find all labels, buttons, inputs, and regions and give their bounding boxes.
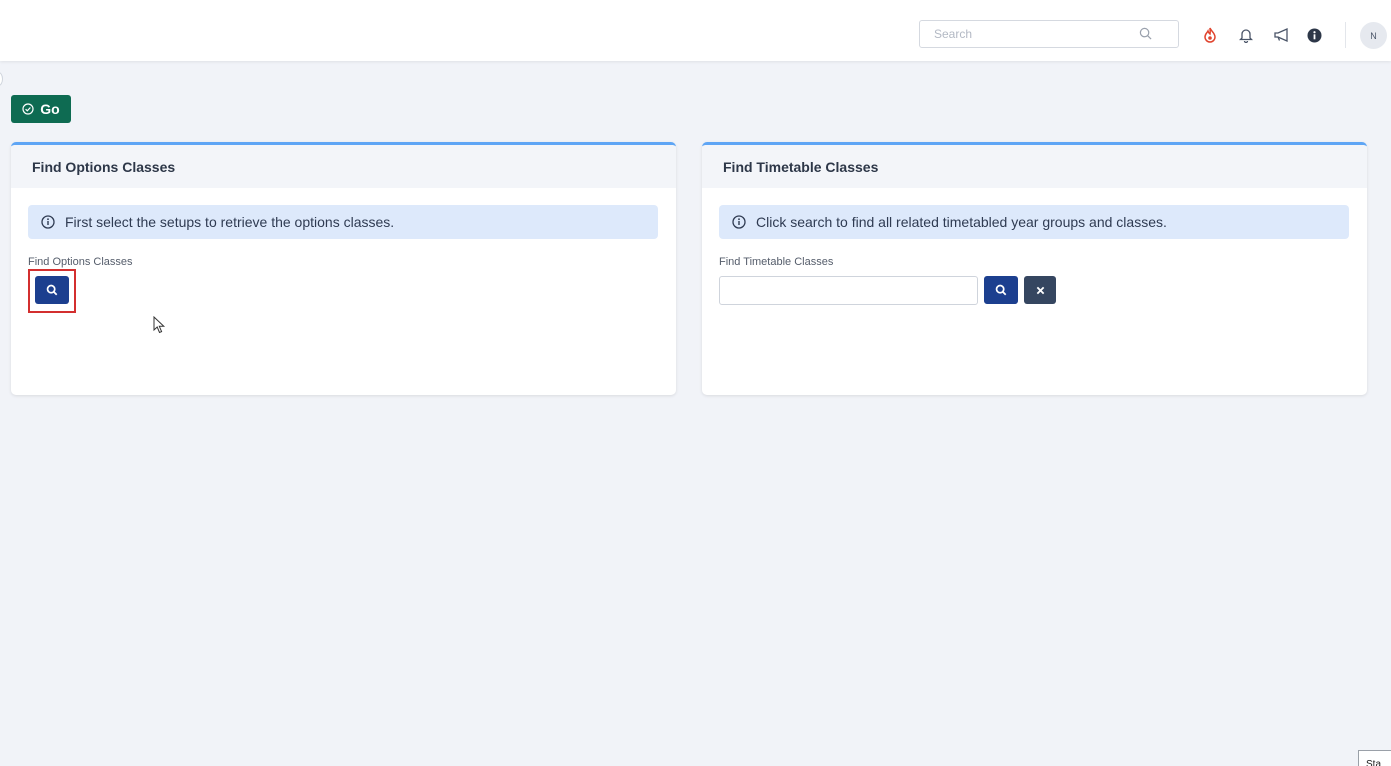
corner-tag[interactable]: Sta — [1358, 750, 1391, 766]
info-message: First select the setups to retrieve the … — [28, 205, 658, 239]
avatar[interactable]: N — [1360, 22, 1387, 49]
find-options-search-button[interactable] — [35, 276, 69, 304]
field-label: Find Options Classes — [28, 256, 133, 268]
field-label: Find Timetable Classes — [719, 256, 834, 268]
flame-icon[interactable] — [1201, 26, 1219, 44]
timetable-classes-input[interactable] — [719, 276, 978, 305]
info-circle-icon — [41, 215, 55, 229]
top-bar: N — [0, 0, 1391, 61]
global-search[interactable] — [919, 20, 1179, 48]
info-circle-icon — [732, 215, 746, 229]
search-icon[interactable] — [1139, 27, 1152, 45]
mouse-cursor-icon — [153, 316, 166, 334]
bell-icon[interactable] — [1237, 26, 1255, 44]
check-circle-icon — [22, 103, 34, 115]
sidebar-toggle-handle[interactable] — [0, 72, 3, 86]
info-text: First select the setups to retrieve the … — [65, 214, 395, 230]
go-button[interactable]: Go — [11, 95, 71, 123]
panel-title: Find Options Classes — [11, 145, 676, 188]
search-icon — [46, 284, 58, 296]
find-timetable-search-button[interactable] — [984, 276, 1018, 304]
clear-button[interactable] — [1024, 276, 1056, 304]
megaphone-icon[interactable] — [1273, 26, 1291, 44]
find-timetable-classes-panel: Find Timetable Classes Click search to f… — [702, 142, 1367, 395]
go-button-label: Go — [40, 101, 60, 117]
header-divider — [1345, 22, 1346, 48]
search-icon — [995, 284, 1007, 296]
find-options-classes-panel: Find Options Classes First select the se… — [11, 142, 676, 395]
search-input[interactable] — [920, 21, 1135, 47]
close-icon — [1036, 286, 1044, 294]
info-message: Click search to find all related timetab… — [719, 205, 1349, 239]
panel-title: Find Timetable Classes — [702, 145, 1367, 188]
info-text: Click search to find all related timetab… — [756, 214, 1167, 230]
info-icon[interactable] — [1305, 26, 1323, 44]
